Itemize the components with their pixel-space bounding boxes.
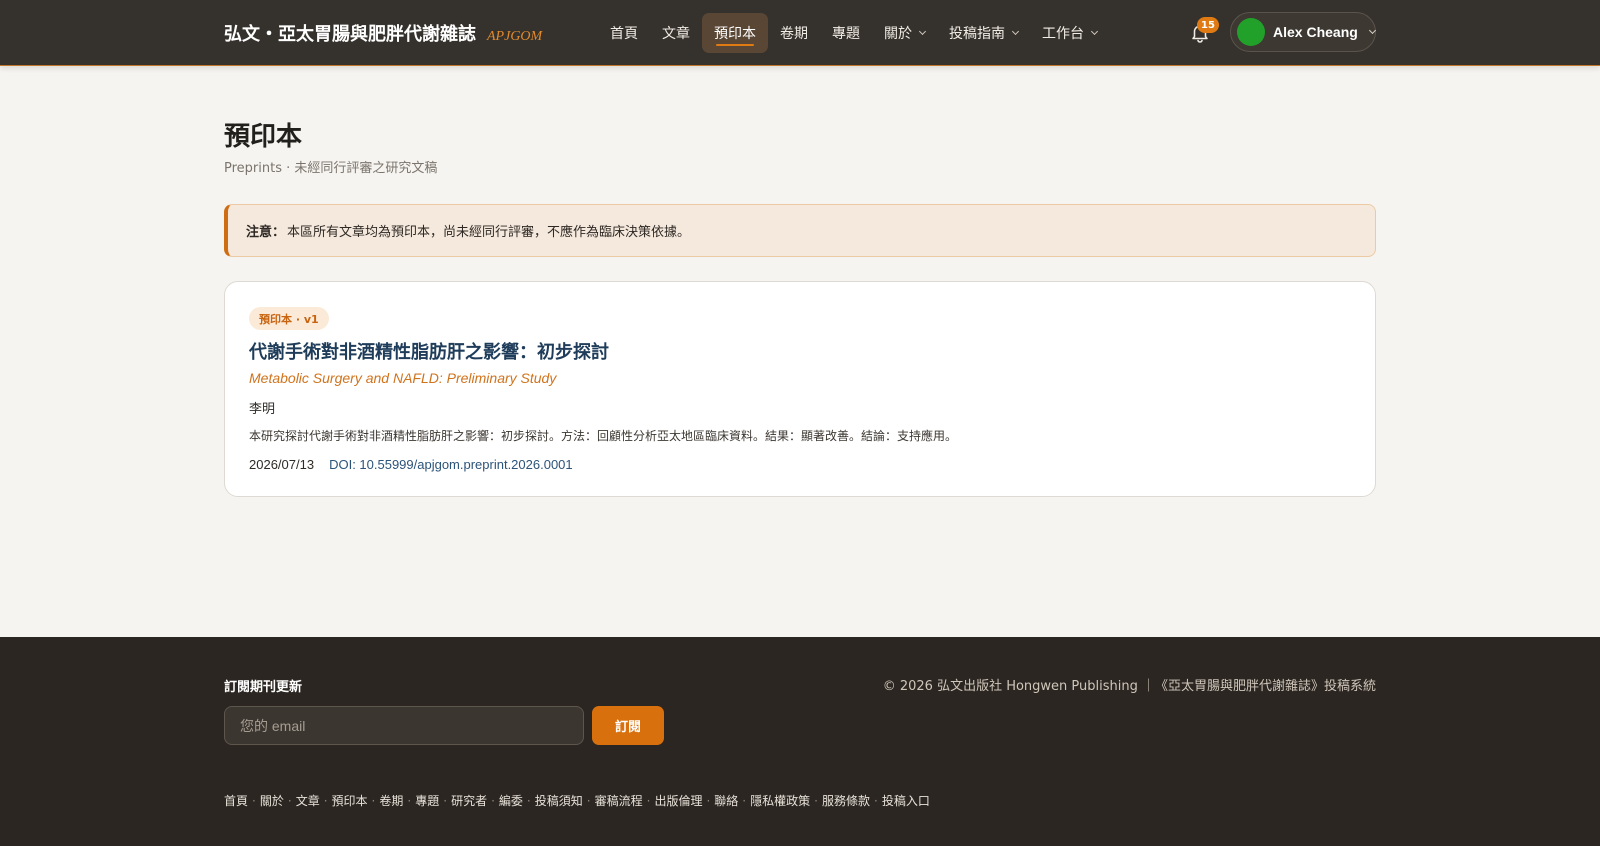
footer-separator: ·: [407, 793, 412, 808]
top-navbar: 弘文・亞太胃腸與肥胖代謝雜誌 APJGOM 首頁 文章 預印本 卷期 專題 關於…: [0, 0, 1600, 66]
footer-link-contact[interactable]: 聯絡: [714, 792, 738, 809]
article-title-link[interactable]: 代謝手術對非酒精性脂肪肝之影響：初步探討: [249, 338, 609, 364]
article-abstract: 本研究探討代謝手術對非酒精性脂肪肝之影響：初步探討。方法：回顧性分析亞太地區臨床…: [249, 429, 958, 443]
preprint-card: 預印本 · v1 代謝手術對非酒精性脂肪肝之影響：初步探討 Metabolic …: [224, 281, 1376, 497]
email-input[interactable]: [224, 706, 584, 745]
footer-separator: ·: [443, 793, 448, 808]
nav-item-label: 首頁: [610, 26, 638, 42]
chevron-down-icon: [1090, 27, 1099, 35]
nav-item-label: 文章: [662, 26, 690, 42]
brand-abbreviation: APJGOM: [487, 29, 543, 44]
footer-separator: ·: [526, 793, 531, 808]
nav-item-issues[interactable]: 卷期: [768, 13, 820, 53]
footer-separator: ·: [491, 793, 495, 808]
footer-link-about[interactable]: 關於: [260, 792, 284, 809]
user-name: Alex Cheang: [1273, 24, 1358, 40]
footer-separator: ·: [646, 793, 651, 808]
footer-link-preprints[interactable]: 預印本: [332, 792, 368, 809]
notice-label: 注意：: [246, 225, 286, 240]
nav-item-workbench[interactable]: 工作台: [1030, 13, 1109, 53]
avatar: [1237, 18, 1265, 46]
nav-item-submission-guide[interactable]: 投稿指南: [937, 13, 1030, 53]
footer-link-submission-portal[interactable]: 投稿入口: [882, 792, 930, 809]
footer-separator: ·: [287, 793, 292, 808]
footer-separator: ·: [371, 793, 376, 808]
footer-separator: ·: [706, 793, 711, 808]
chevron-down-icon: [1368, 26, 1376, 34]
nav-item-label: 預印本: [714, 26, 756, 42]
subscribe-title: 訂閱期刊更新: [224, 680, 303, 695]
site-footer: 訂閱期刊更新 訂閱 © 2026 弘文出版社 Hongwen Publishin…: [0, 637, 1600, 846]
preprint-notice-banner: 注意： 本區所有文章均為預印本，尚未經同行評審，不應作為臨床決策依據。: [224, 204, 1376, 257]
footer-link-review-process[interactable]: 審稿流程: [595, 792, 643, 809]
footer-link-articles[interactable]: 文章: [296, 792, 320, 809]
article-date: 2026/07/13: [249, 457, 315, 472]
footer-separator: ·: [814, 793, 818, 808]
version-badge: 預印本 · v1: [249, 307, 329, 330]
nav-item-about[interactable]: 關於: [872, 13, 937, 53]
nav-item-articles[interactable]: 文章: [650, 13, 702, 53]
footer-link-editorial-board[interactable]: 編委: [499, 792, 523, 809]
footer-link-submission-notes[interactable]: 投稿須知: [535, 792, 583, 809]
main-nav: 首頁 文章 預印本 卷期 專題 關於 投稿指南 工作台: [598, 13, 1109, 53]
footer-link-privacy[interactable]: 隱私權政策: [750, 792, 810, 809]
footer-link-ethics[interactable]: 出版倫理: [654, 792, 702, 809]
footer-link-home[interactable]: 首頁: [224, 792, 248, 809]
nav-item-label: 投稿指南: [949, 26, 1005, 42]
article-english-title: Metabolic Surgery and NAFLD: Preliminary…: [249, 370, 557, 386]
footer-link-researchers[interactable]: 研究者: [451, 792, 487, 809]
footer-separator: ·: [742, 793, 747, 808]
footer-link-terms[interactable]: 服務條款: [822, 792, 870, 809]
footer-separator: ·: [873, 793, 878, 808]
footer-link-issues[interactable]: 卷期: [379, 792, 403, 809]
article-doi-link[interactable]: DOI: 10.55999/apjgom.preprint.2026.0001: [329, 457, 573, 472]
nav-item-home[interactable]: 首頁: [598, 13, 650, 53]
nav-item-label: 工作台: [1042, 26, 1084, 42]
notice-text: 本區所有文章均為預印本，尚未經同行評審，不應作為臨床決策依據。: [287, 225, 691, 240]
page-title: 預印本: [224, 122, 303, 152]
nav-item-label: 專題: [832, 26, 860, 42]
brand-logo[interactable]: 弘文・亞太胃腸與肥胖代謝雜誌 APJGOM: [224, 20, 542, 46]
footer-separator: ·: [586, 793, 591, 808]
nav-item-label: 卷期: [780, 26, 808, 42]
nav-item-preprints[interactable]: 預印本: [702, 13, 768, 53]
notification-count-badge: 15: [1197, 17, 1219, 33]
footer-separator: ·: [323, 793, 328, 808]
chevron-down-icon: [918, 27, 927, 35]
article-meta: 2026/07/13 DOI: 10.55999/apjgom.preprint…: [249, 457, 573, 472]
subscribe-button[interactable]: 訂閱: [592, 706, 664, 745]
user-menu-button[interactable]: Alex Cheang: [1230, 12, 1376, 52]
copyright-text: © 2026 弘文出版社 Hongwen Publishing ｜《亞太胃腸與肥…: [882, 679, 1376, 694]
nav-item-topics[interactable]: 專題: [820, 13, 872, 53]
nav-item-label: 關於: [884, 26, 912, 42]
page-subtitle: Preprints · 未經同行評審之研究文稿: [224, 161, 438, 176]
footer-separator: ·: [252, 793, 256, 808]
brand-name[interactable]: 弘文・亞太胃腸與肥胖代謝雜誌: [224, 20, 476, 46]
chevron-down-icon: [1011, 27, 1020, 35]
article-author: 李明: [249, 402, 276, 417]
footer-links: 首頁 · 關於 · 文章 · 預印本 · 卷期 · 專題 · 研究者 · 編委 · 投稿須知 · …: [224, 792, 930, 809]
footer-link-topics[interactable]: 專題: [415, 792, 439, 809]
